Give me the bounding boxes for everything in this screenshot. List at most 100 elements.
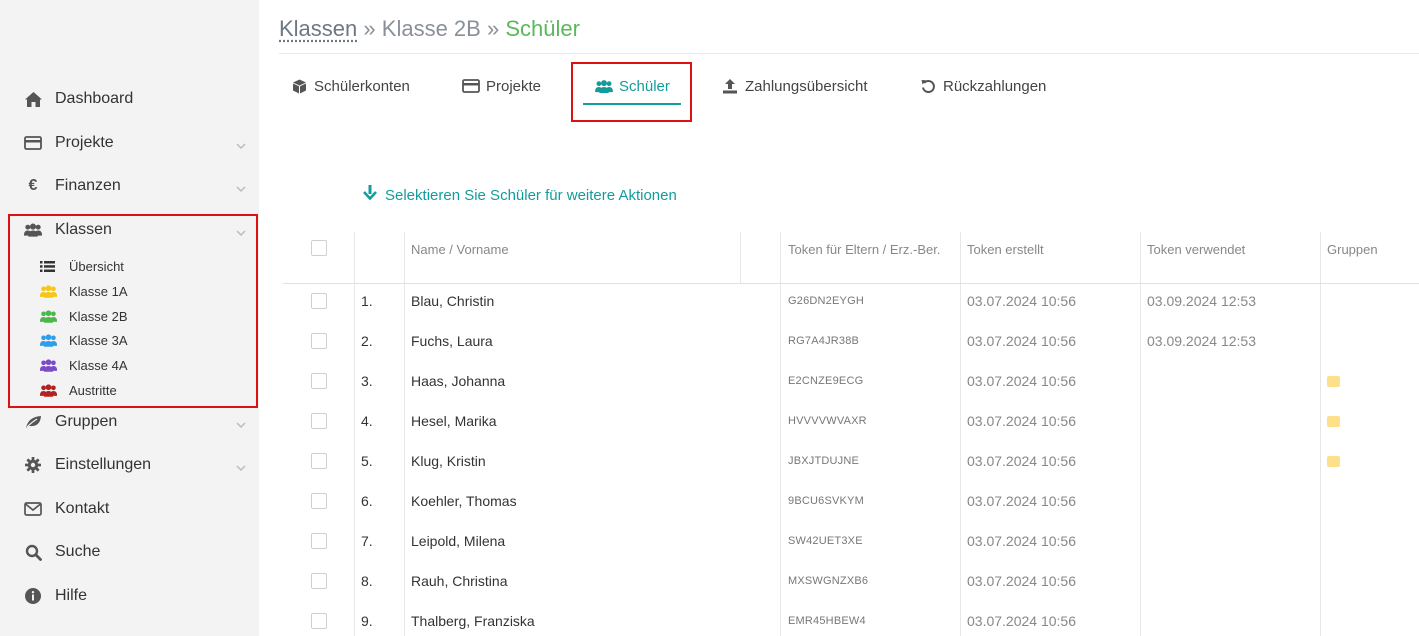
row-checkbox[interactable] [311, 413, 327, 429]
column-divider [354, 232, 355, 636]
parent-token: 9BCU6SVKYM [788, 495, 864, 507]
select-students-hint[interactable]: Selektieren Sie Schüler für weitere Akti… [363, 185, 677, 205]
student-name: Fuchs, Laura [411, 333, 493, 349]
sidebar-item-einstellungen[interactable]: Einstellungen [0, 445, 259, 485]
undo-icon [919, 78, 937, 94]
sidebar-item-label: Kontakt [55, 500, 110, 517]
column-divider [960, 232, 961, 636]
student-name: Hesel, Marika [411, 413, 497, 429]
leaf-icon [24, 413, 42, 431]
token-created-date: 03.07.2024 10:56 [967, 613, 1076, 629]
token-created-date: 03.07.2024 10:56 [967, 453, 1076, 469]
select-all-checkbox[interactable] [311, 240, 327, 256]
column-divider [404, 232, 405, 636]
group-color-chip [1327, 416, 1340, 427]
row-checkbox[interactable] [311, 293, 327, 309]
row-number: 6. [361, 493, 373, 509]
sidebar-item-gruppen[interactable]: Gruppen [0, 402, 259, 442]
token-created-date: 03.07.2024 10:56 [967, 533, 1076, 549]
tab-label: Rückzahlungen [943, 77, 1047, 95]
row-checkbox[interactable] [311, 613, 327, 629]
token-created-date: 03.07.2024 10:56 [967, 373, 1076, 389]
token-created-date: 03.07.2024 10:56 [967, 413, 1076, 429]
highlight-box [8, 214, 258, 408]
sidebar-item-projekte[interactable]: Projekte [0, 123, 259, 163]
column-divider [740, 232, 741, 284]
breadcrumb: Klassen » Klasse 2B » Schüler [279, 16, 580, 42]
chevron-down-icon[interactable] [236, 138, 246, 150]
token-created-date: 03.07.2024 10:56 [967, 573, 1076, 589]
euro-icon: € [28, 177, 38, 194]
sidebar-item-label: Suche [55, 543, 101, 560]
info-icon [24, 587, 42, 605]
parent-token: RG7A4JR38B [788, 335, 860, 347]
column-divider [780, 232, 781, 636]
parent-token: E2CNZE9ECG [788, 375, 864, 387]
row-checkbox[interactable] [311, 453, 327, 469]
tab-zahlungsuebersicht[interactable]: Zahlungsübersicht [721, 74, 868, 98]
breadcrumb-separator: » [363, 16, 376, 41]
tab-rueckzahlungen[interactable]: Rückzahlungen [919, 74, 1046, 98]
highlight-box [571, 62, 692, 122]
column-divider [1320, 232, 1321, 636]
sidebar-item-label: Hilfe [55, 587, 88, 604]
row-checkbox[interactable] [311, 373, 327, 389]
sidebar-item-hilfe[interactable]: Hilfe [0, 576, 259, 616]
sidebar-item-label: Finanzen [55, 177, 121, 194]
chevron-down-icon[interactable] [236, 417, 246, 429]
sidebar-item-kontakt[interactable]: Kontakt [0, 489, 259, 529]
parent-token: EMR45HBEW4 [788, 615, 866, 627]
column-header-token[interactable]: Token für Eltern / Erz.-Ber. [788, 240, 948, 259]
column-header-groups[interactable]: Gruppen [1327, 240, 1378, 259]
sidebar-item-label: Projekte [55, 134, 114, 151]
tab-schuelerkonten[interactable]: Schülerkonten [290, 74, 410, 98]
parent-token: G26DN2EYGH [788, 295, 864, 307]
home-icon [24, 90, 42, 108]
header-divider [279, 53, 1419, 54]
row-checkbox[interactable] [311, 533, 327, 549]
breadcrumb-link-klassen[interactable]: Klassen [279, 16, 357, 41]
student-name: Rauh, Christina [411, 573, 508, 589]
group-color-chip [1327, 456, 1340, 467]
student-name: Leipold, Milena [411, 533, 506, 549]
parent-token: JBXJTDUJNE [788, 455, 860, 467]
column-header-token-used[interactable]: Token verwendet [1147, 240, 1245, 259]
column-header-name[interactable]: Name / Vorname [411, 240, 509, 259]
student-name: Haas, Johanna [411, 373, 506, 389]
select-hint-text: Selektieren Sie Schüler für weitere Akti… [385, 186, 677, 204]
tab-label: Zahlungsübersicht [745, 77, 868, 95]
gear-icon [24, 456, 42, 474]
envelope-icon [24, 500, 42, 518]
column-header-token-created[interactable]: Token erstellt [967, 240, 1044, 259]
parent-token: SW42UET3XE [788, 535, 863, 547]
row-number: 2. [361, 333, 373, 349]
column-divider [1140, 232, 1141, 636]
cube-icon [290, 78, 308, 94]
chevron-down-icon[interactable] [236, 181, 246, 193]
app-root: Dashboard Projekte € Finanzen Klassen Üb… [0, 0, 1419, 636]
group-color-chip [1327, 376, 1340, 387]
sidebar-item-dashboard[interactable]: Dashboard [0, 79, 259, 119]
arrow-down-icon [363, 185, 377, 205]
token-created-date: 03.07.2024 10:56 [967, 333, 1076, 349]
search-icon [24, 543, 42, 561]
row-checkbox[interactable] [311, 493, 327, 509]
row-checkbox[interactable] [311, 333, 327, 349]
sidebar-item-suche[interactable]: Suche [0, 532, 259, 572]
credit-card-icon [462, 78, 480, 94]
row-number: 1. [361, 293, 373, 309]
breadcrumb-item-klasse: Klasse 2B [381, 16, 481, 41]
chevron-down-icon[interactable] [236, 460, 246, 472]
sidebar: Dashboard Projekte € Finanzen Klassen Üb… [0, 0, 259, 636]
token-used-date: 03.09.2024 12:53 [1147, 333, 1256, 349]
header-divider [283, 283, 1419, 284]
row-number: 8. [361, 573, 373, 589]
token-created-date: 03.07.2024 10:56 [967, 293, 1076, 309]
sidebar-item-finanzen[interactable]: € Finanzen [0, 166, 259, 206]
page-title: Schüler [505, 16, 580, 41]
row-number: 9. [361, 613, 373, 629]
parent-token: HVVVVWVAXR [788, 415, 867, 427]
row-checkbox[interactable] [311, 573, 327, 589]
tab-projekte[interactable]: Projekte [462, 74, 541, 98]
tab-label: Schülerkonten [314, 77, 410, 95]
